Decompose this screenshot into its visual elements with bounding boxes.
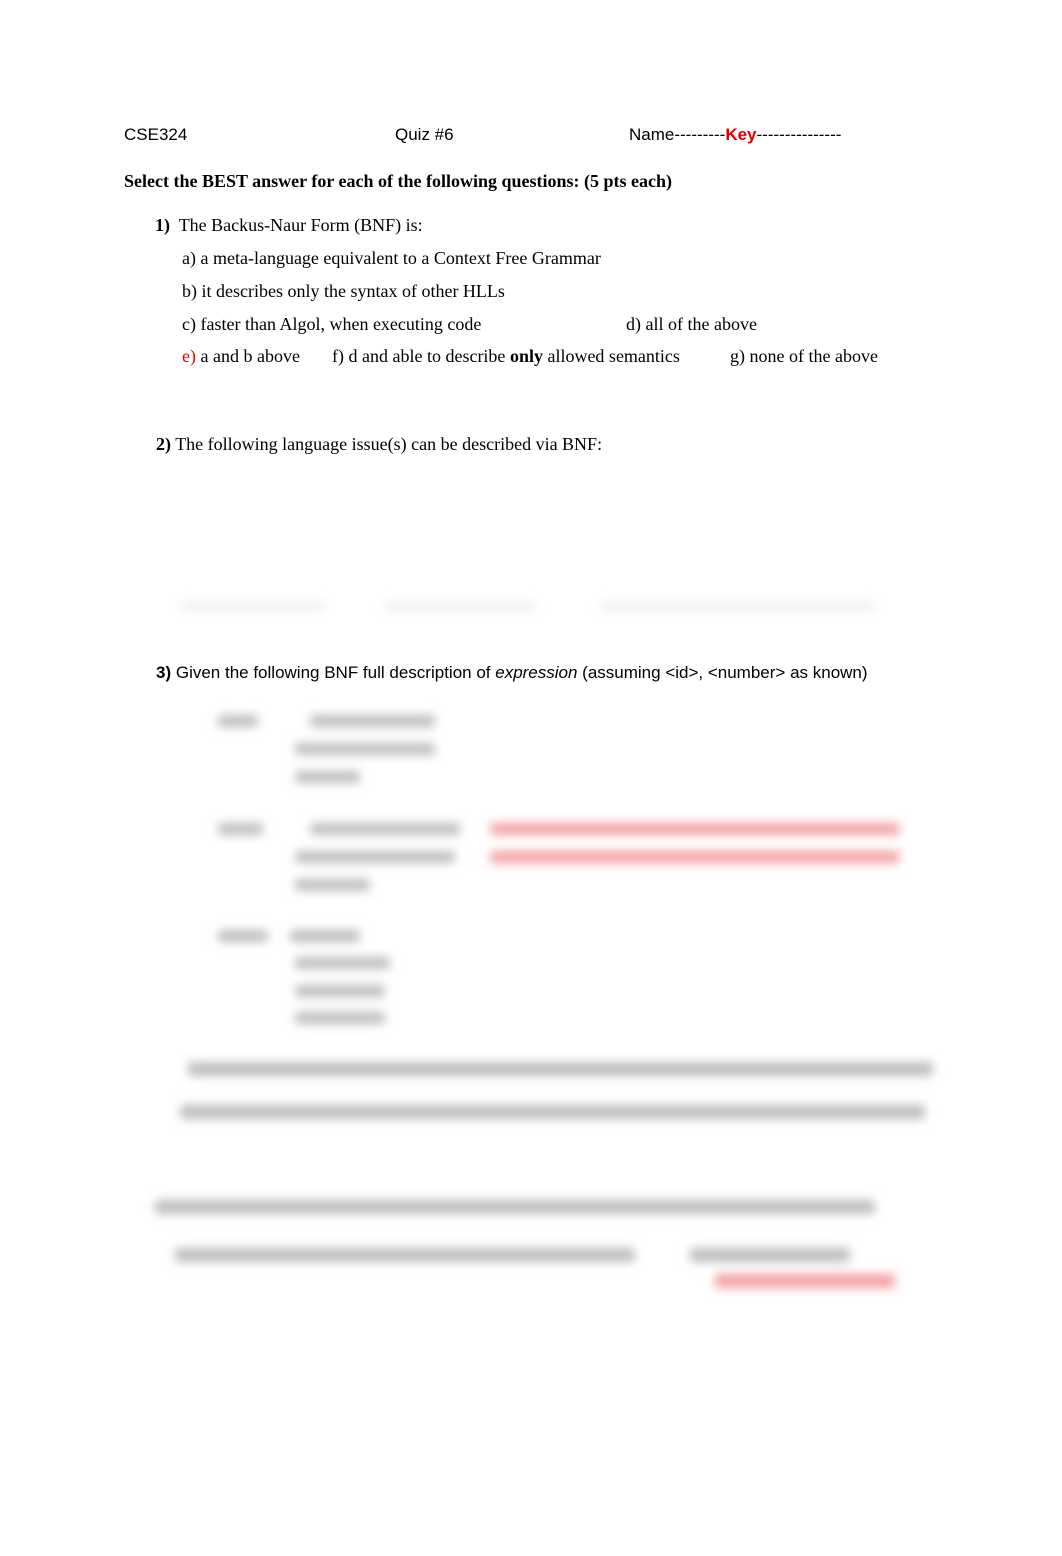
blurred-content xyxy=(295,957,390,969)
question-3: 3) Given the following BNF full descript… xyxy=(156,663,868,683)
name-field: Name---------Key--------------- xyxy=(629,125,841,145)
option-c: c) faster than Algol, when executing cod… xyxy=(182,314,482,334)
option-e: e) a and b above xyxy=(182,346,300,367)
question-number: 1) xyxy=(155,215,170,235)
option-f: f) d and able to describe only allowed s… xyxy=(332,346,680,367)
option-b: b) it describes only the syntax of other… xyxy=(182,281,505,301)
option-d: d) all of the above xyxy=(626,314,757,334)
blurred-content xyxy=(188,1062,933,1076)
quiz-page: CSE324 Quiz #6 Name---------Key---------… xyxy=(0,0,1062,1556)
blurred-content xyxy=(295,879,370,891)
name-value: Key xyxy=(725,125,757,144)
blurred-content xyxy=(295,985,385,997)
blurred-content xyxy=(490,851,900,863)
question-text-italic: expression xyxy=(495,663,578,682)
blurred-content xyxy=(690,1248,850,1262)
question-text: The Backus-Naur Form (BNF) is: xyxy=(178,215,423,235)
blurred-content xyxy=(180,1105,925,1119)
blurred-content xyxy=(295,743,435,755)
question-text: The following language issue(s) can be d… xyxy=(175,434,603,454)
blurred-content xyxy=(295,771,360,783)
option-e-text: a and b above xyxy=(195,346,300,366)
blurred-content xyxy=(715,1274,895,1288)
question-number: 3) xyxy=(156,663,172,682)
question-text-end: (assuming <id>, <number> as known) xyxy=(577,663,868,682)
blurred-content xyxy=(295,851,455,863)
name-prefix: Name--------- xyxy=(629,125,726,144)
option-a: a) a meta-language equivalent to a Conte… xyxy=(182,248,601,268)
option-g: g) none of the above xyxy=(730,346,878,366)
name-suffix: --------------- xyxy=(756,125,842,144)
blurred-content xyxy=(385,603,535,609)
blurred-content xyxy=(175,1248,635,1262)
option-f-text-end: allowed semantics xyxy=(542,346,680,366)
option-f-text: f) d and able to describe xyxy=(332,346,510,366)
blurred-content xyxy=(218,930,268,942)
answer-marker: e) xyxy=(182,346,196,366)
question-number: 2) xyxy=(156,434,171,454)
course-code: CSE324 xyxy=(124,125,188,144)
blurred-content xyxy=(290,930,360,942)
quiz-title: Quiz #6 xyxy=(395,125,454,144)
blurred-content xyxy=(180,603,325,609)
instructions: Select the BEST answer for each of the f… xyxy=(124,171,672,191)
option-f-bold: only xyxy=(509,346,543,366)
blurred-content xyxy=(310,823,460,835)
blurred-content xyxy=(600,603,875,609)
question-text: Given the following BNF full description… xyxy=(171,663,496,682)
question-1: 1) The Backus-Naur Form (BNF) is: xyxy=(155,215,423,236)
blurred-content xyxy=(218,823,263,835)
question-2: 2) The following language issue(s) can b… xyxy=(156,434,602,455)
blurred-content xyxy=(490,823,900,835)
blurred-content xyxy=(295,1012,385,1024)
blurred-content xyxy=(310,715,435,727)
blurred-content xyxy=(155,1200,875,1214)
blurred-content xyxy=(218,715,258,727)
